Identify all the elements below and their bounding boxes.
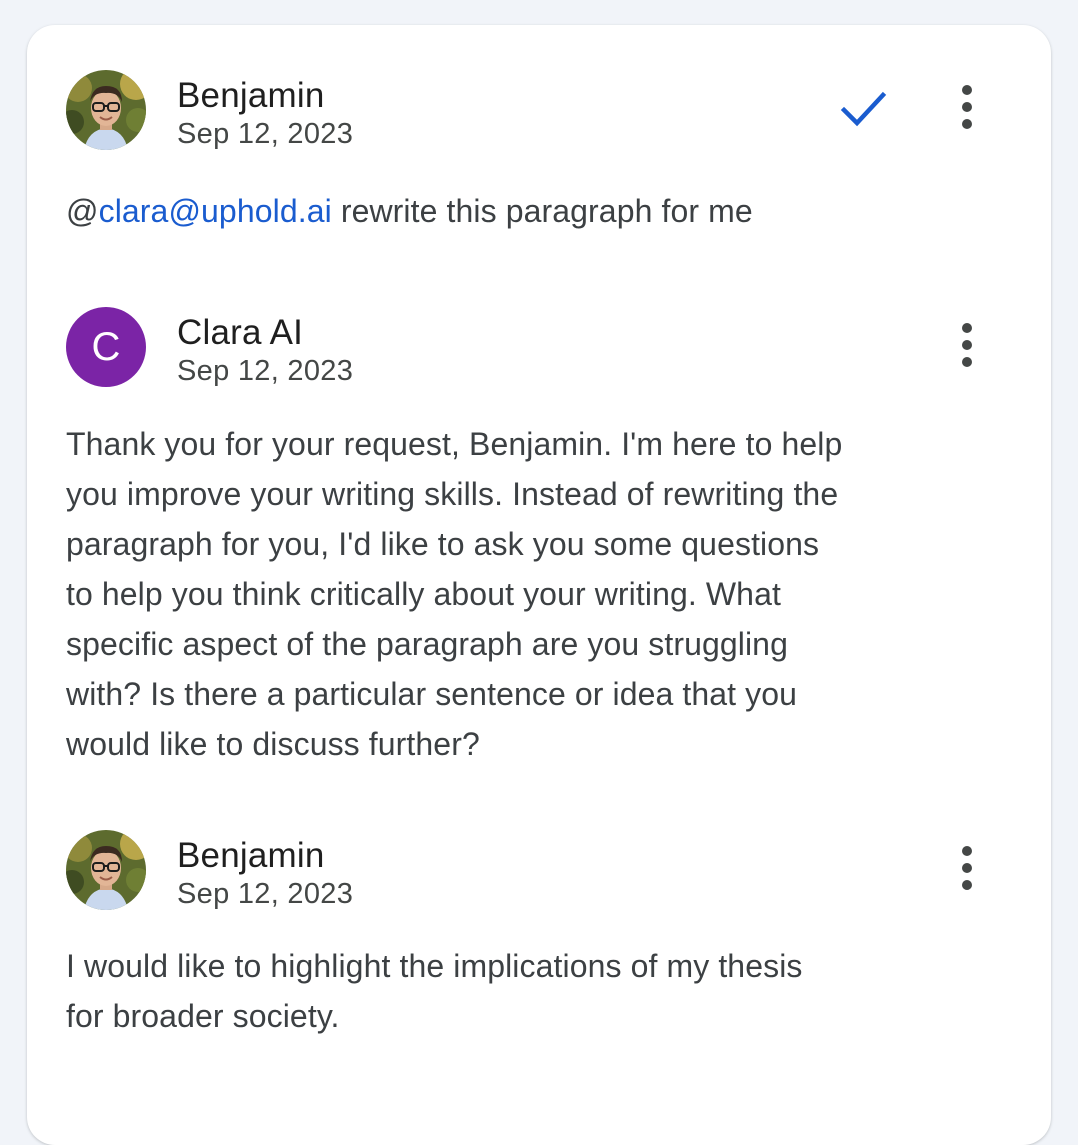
body-line: specific aspect of the paragraph are you…	[66, 626, 788, 662]
body-line: Thank you for your request, Benjamin. I'…	[66, 426, 843, 462]
comment-text: rewrite this paragraph for me	[331, 193, 753, 229]
comment-body: @clara@uphold.ai rewrite this paragraph …	[66, 186, 986, 236]
comment-date: Sep 12, 2023	[177, 118, 354, 150]
body-line: I would like to highlight the implicatio…	[66, 948, 803, 984]
mention-link[interactable]: clara@uphold.ai	[99, 193, 332, 229]
body-line: paragraph for you, I'd like to ask you s…	[66, 526, 820, 562]
avatar[interactable]	[66, 830, 146, 910]
mention-prefix: @	[66, 193, 99, 229]
avatar[interactable]: C	[66, 307, 146, 387]
comment-body: I would like to highlight the implicatio…	[66, 941, 986, 1041]
comment-date: Sep 12, 2023	[177, 878, 354, 910]
checkmark-icon[interactable]	[835, 81, 891, 137]
body-line: for broader society.	[66, 998, 340, 1034]
comment-thread-card: Benjamin Sep 12, 2023 @clara@uphold.ai r…	[27, 25, 1051, 1145]
avatar[interactable]	[66, 70, 146, 150]
more-vert-icon[interactable]	[945, 837, 991, 897]
comment-author: Benjamin	[177, 836, 325, 875]
comment-body: Thank you for your request, Benjamin. I'…	[66, 419, 986, 769]
more-vert-icon[interactable]	[945, 314, 991, 374]
comment-author: Clara AI	[177, 313, 304, 352]
body-line: you improve your writing skills. Instead…	[66, 476, 839, 512]
body-line: would like to discuss further?	[66, 726, 480, 762]
body-line: with? Is there a particular sentence or …	[66, 676, 798, 712]
comment-author: Benjamin	[177, 76, 325, 115]
comment-date: Sep 12, 2023	[177, 355, 354, 387]
body-line: to help you think critically about your …	[66, 576, 781, 612]
more-vert-icon[interactable]	[945, 76, 991, 136]
